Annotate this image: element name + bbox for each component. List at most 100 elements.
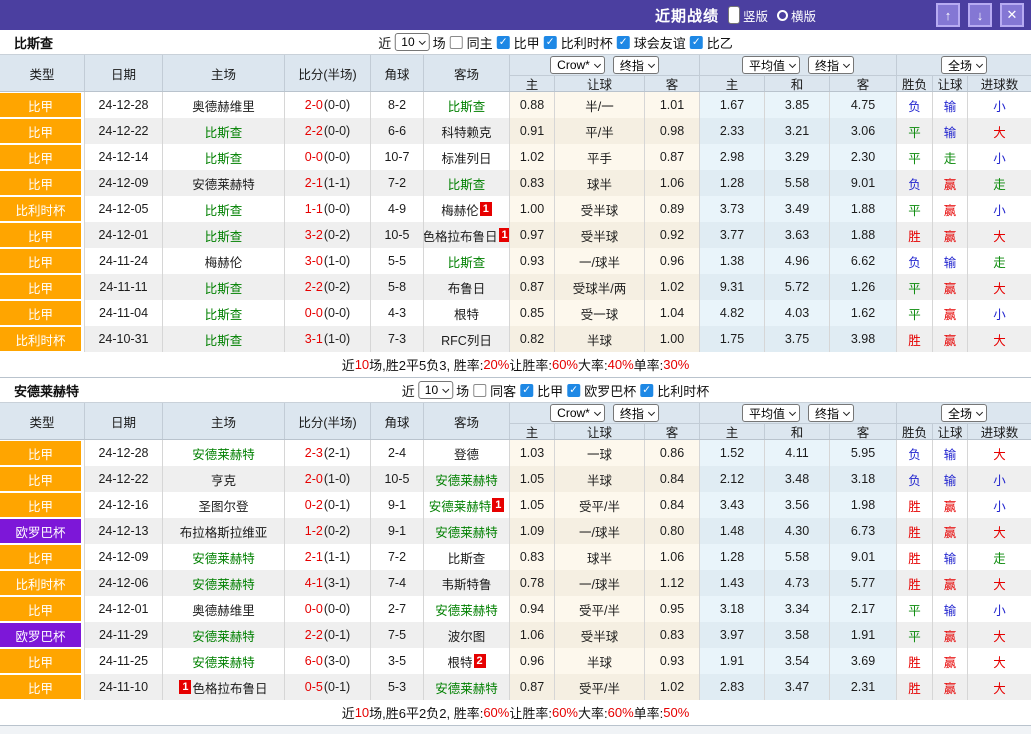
avg-home-odds: 1.28 <box>700 544 765 570</box>
league-checkbox-2[interactable] <box>640 384 653 397</box>
handicap-home-odds: 0.83 <box>510 170 555 196</box>
halftime-score: (1-0) <box>324 254 350 268</box>
chevron-down-icon <box>843 408 850 415</box>
scope-select[interactable]: 全场 <box>941 404 987 422</box>
handicap-away-odds: 1.06 <box>645 170 700 196</box>
close-button[interactable]: ✕ <box>1000 3 1024 27</box>
league-cell: 比甲 <box>0 648 85 674</box>
odds-company-select[interactable]: Crow* <box>550 404 605 422</box>
result-text: 胜 <box>908 574 921 593</box>
result-text: 小 <box>993 96 1006 115</box>
league-checkbox-label: 比甲 <box>514 33 540 52</box>
league-badge: 比甲 <box>0 675 81 699</box>
col-header-1: 类型 <box>0 55 85 91</box>
summary-segment: 60% <box>483 705 509 720</box>
col-header-4: 比分(半场) <box>285 55 371 91</box>
date-cell: 24-12-06 <box>85 570 163 596</box>
avg-type-select[interactable]: 平均值 <box>742 56 800 74</box>
avg-draw-odds: 5.72 <box>765 274 830 300</box>
avg-stage-select-value: 终指 <box>815 57 839 74</box>
avg-home-odds: 3.77 <box>700 222 765 248</box>
subcol-header-avg-draw: 和 <box>765 76 830 91</box>
league-checkbox-0[interactable] <box>520 384 533 397</box>
league-cell: 比甲 <box>0 492 85 518</box>
result-handicap-cell: 赢 <box>933 622 968 648</box>
odds-company-select-value: Crow* <box>557 406 590 420</box>
handicap-away-odds: 0.86 <box>645 440 700 466</box>
avg-away-odds: 1.98 <box>830 492 897 518</box>
result-wdl-cell: 胜 <box>897 326 933 352</box>
result-goals-cell: 大 <box>968 570 1031 596</box>
result-handicap-cell: 赢 <box>933 196 968 222</box>
move-up-button[interactable]: ↑ <box>936 3 960 27</box>
match-count-select[interactable]: 10 <box>394 33 429 51</box>
league-badge: 比甲 <box>0 441 81 465</box>
away-team-cell: 布鲁日 <box>424 274 510 300</box>
result-goals-cell: 小 <box>968 596 1031 622</box>
move-down-button[interactable]: ↓ <box>968 3 992 27</box>
league-checkbox-1[interactable] <box>567 384 580 397</box>
league-cell: 比利时杯 <box>0 570 85 596</box>
avg-away-odds: 1.91 <box>830 622 897 648</box>
same-venue-checkbox[interactable] <box>450 36 463 49</box>
league-checkbox-1[interactable] <box>544 36 557 49</box>
handicap-line: 半球 <box>555 648 645 674</box>
match-count-select[interactable]: 10 <box>418 381 453 399</box>
col-header-6: 客场 <box>424 55 510 91</box>
league-badge: 比甲 <box>0 649 81 673</box>
result-goals-cell: 小 <box>968 300 1031 326</box>
result-goals-cell: 大 <box>968 326 1031 352</box>
team-name-text: 安德莱赫特 <box>435 678 498 697</box>
team-section-1: 比斯查 近10场同主比甲比利时杯球会友谊比乙 类型日期主场比分(半场)角球客场C… <box>0 30 1031 378</box>
avg-stage-select[interactable]: 终指 <box>808 404 854 422</box>
avg-type-select[interactable]: 平均值 <box>742 404 800 422</box>
odds-company-select[interactable]: Crow* <box>550 56 605 74</box>
avg-stage-select[interactable]: 终指 <box>808 56 854 74</box>
same-venue-checkbox[interactable] <box>473 384 486 397</box>
subcol-header-odds-line: 让球 <box>555 76 645 91</box>
league-badge: 比甲 <box>0 171 81 195</box>
layout-radio-horizontal[interactable]: 横版 <box>777 6 816 25</box>
team-name-text: 安德莱赫特 <box>435 600 498 619</box>
date-cell: 24-12-22 <box>85 118 163 144</box>
scope-select[interactable]: 全场 <box>941 56 987 74</box>
result-text: 平 <box>908 600 921 619</box>
league-checkbox-2[interactable] <box>617 36 630 49</box>
summary-segment: 单率: <box>634 703 664 722</box>
away-team-cell: 标准列日 <box>424 144 510 170</box>
handicap-away-odds: 1.00 <box>645 326 700 352</box>
avg-away-odds: 3.69 <box>830 648 897 674</box>
team-name-text: 科特赖克 <box>441 122 491 141</box>
league-checkbox-0[interactable] <box>497 36 510 49</box>
subcol-header-odds-away: 客 <box>645 424 700 439</box>
col-header-4: 比分(半场) <box>285 403 371 439</box>
score-cell: 2-2(0-1) <box>285 622 371 648</box>
near-label: 近 <box>402 381 415 400</box>
bottom-strip <box>0 726 1031 734</box>
team-name-text: 比斯查 <box>205 200 243 219</box>
odds-stage-select[interactable]: 终指 <box>613 56 659 74</box>
league-cell: 比甲 <box>0 118 85 144</box>
avg-home-odds: 4.82 <box>700 300 765 326</box>
handicap-home-odds: 1.05 <box>510 492 555 518</box>
table-body: 比甲24-12-28奥德赫维里2-0(0-0)8-2比斯查0.88半/一1.01… <box>0 92 1031 352</box>
result-wdl-cell: 负 <box>897 466 933 492</box>
league-checkbox-3[interactable] <box>690 36 703 49</box>
home-team-cell: 比斯查 <box>163 326 285 352</box>
halftime-score: (0-2) <box>324 280 350 294</box>
layout-radio-vertical[interactable]: 竖版 <box>728 6 768 25</box>
corners-cell: 5-3 <box>371 674 424 700</box>
avg-home-odds: 3.97 <box>700 622 765 648</box>
team-name-text: 根特 <box>454 304 479 323</box>
odds-stage-select[interactable]: 终指 <box>613 404 659 422</box>
handicap-home-odds: 1.03 <box>510 440 555 466</box>
league-badge: 比利时杯 <box>0 197 81 221</box>
date-cell: 24-11-29 <box>85 622 163 648</box>
handicap-away-odds: 1.06 <box>645 544 700 570</box>
result-text: 小 <box>993 600 1006 619</box>
team-name: 安德莱赫特 <box>14 381 79 400</box>
red-card-badge: 1 <box>499 228 510 242</box>
result-goals-cell: 大 <box>968 440 1031 466</box>
filter-controls: 近10场同客比甲欧罗巴杯比利时杯 <box>402 381 709 400</box>
summary-segment: 50% <box>663 705 689 720</box>
